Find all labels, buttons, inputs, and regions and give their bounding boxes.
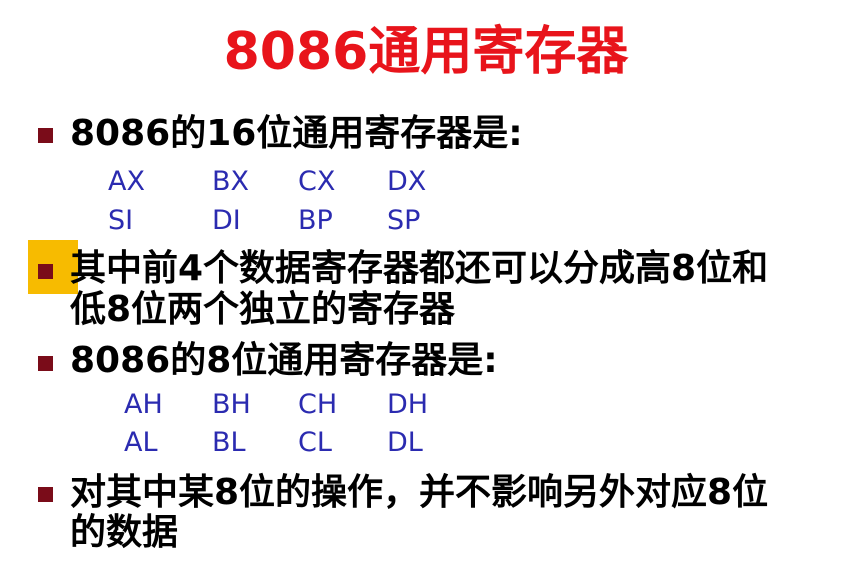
bullet-text: 低8位两个独立的寄存器: [70, 289, 456, 330]
register-label: BH: [212, 389, 251, 420]
register-row: AX BX CX DX: [0, 165, 852, 199]
register-label: CL: [298, 427, 332, 458]
register-label: CX: [298, 166, 336, 197]
bullet-text: 的数据: [70, 512, 179, 553]
bullet-square-icon: [38, 487, 53, 502]
register-label: SI: [108, 205, 134, 236]
bullet-text: 8086的16位通用寄存器是:: [70, 113, 523, 154]
bullet-square-icon: [38, 264, 53, 279]
register-label: AH: [124, 389, 163, 420]
page-title: 8086通用寄存器: [223, 22, 629, 82]
register-label: BL: [212, 427, 246, 458]
register-row: AH BH CH DH: [0, 388, 852, 422]
bullet-text: 8086的8位通用寄存器是:: [70, 340, 498, 381]
register-label: DH: [387, 389, 429, 420]
register-label: BP: [298, 205, 333, 236]
bullet-square-icon: [38, 356, 53, 371]
bullet-text: 对其中某8位的操作，并不影响另外对应8位: [70, 472, 769, 513]
register-row: SI DI BP SP: [0, 204, 852, 238]
bullet-square-icon: [38, 128, 53, 143]
register-label: DI: [212, 205, 241, 236]
bullet-text: 其中前4个数据寄存器都还可以分成高8位和: [70, 248, 769, 289]
register-label: AX: [108, 166, 145, 197]
register-label: DX: [387, 166, 427, 197]
register-row: AL BL CL DL: [0, 426, 852, 460]
register-label: CH: [298, 389, 338, 420]
register-label: SP: [387, 205, 421, 236]
register-label: BX: [212, 166, 250, 197]
register-label: AL: [124, 427, 158, 458]
register-label: DL: [387, 427, 423, 458]
